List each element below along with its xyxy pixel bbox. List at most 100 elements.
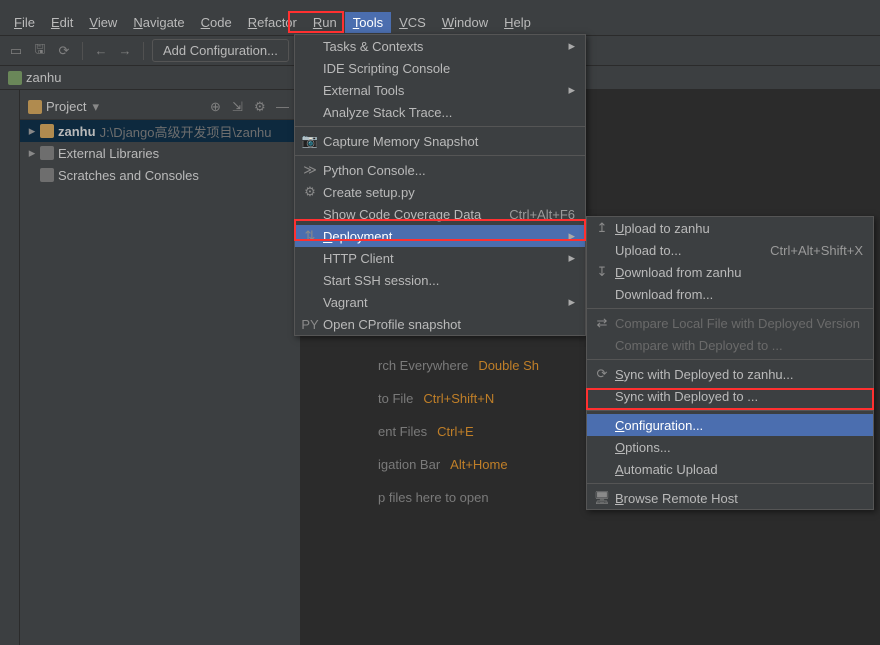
deploy-menu-item[interactable]: Configuration... — [587, 414, 873, 436]
menu-item-label: External Tools — [323, 83, 550, 98]
blank-icon — [593, 417, 611, 433]
hide-icon[interactable]: — — [276, 99, 292, 115]
tree-scratches[interactable]: Scratches and Consoles — [20, 164, 300, 186]
menu-file[interactable]: File — [6, 12, 43, 33]
tree-external-libs[interactable]: ▸ External Libraries — [20, 142, 300, 164]
menu-navigate[interactable]: Navigate — [125, 12, 192, 33]
separator — [82, 42, 83, 60]
blank-icon — [301, 60, 319, 76]
submenu-arrow-icon: ▸ — [568, 82, 575, 98]
shortcut-label: Ctrl+Alt+F6 — [509, 207, 575, 222]
up-icon: ↥ — [593, 220, 611, 236]
tools-menu-item[interactable]: Analyze Stack Trace... — [295, 101, 585, 123]
tools-menu-item[interactable]: Show Code Coverage Data Ctrl+Alt+F6 — [295, 203, 585, 225]
tools-menu-item[interactable]: HTTP Client▸ — [295, 247, 585, 269]
deploy-menu-item: Compare with Deployed to ... — [587, 334, 873, 356]
menu-help[interactable]: Help — [496, 12, 539, 33]
folder-icon — [8, 71, 22, 85]
chevron-right-icon[interactable]: ▸ — [26, 123, 38, 139]
py-icon: ≫ — [301, 162, 319, 178]
deploy-menu-item: ⇄Compare Local File with Deployed Versio… — [587, 312, 873, 334]
deploy-menu-item[interactable]: Sync with Deployed to ... — [587, 385, 873, 407]
pyc-icon: PY — [301, 316, 319, 332]
chevron-down-icon: ▾ — [92, 99, 99, 115]
menu-item-label: Sync with Deployed to ... — [615, 389, 863, 404]
deploy-menu-item[interactable]: Automatic Upload — [587, 458, 873, 480]
camera-icon: 📷 — [301, 133, 319, 149]
editor-hint: p files here to open — [378, 490, 539, 505]
menu-item-label: Create setup.py — [323, 185, 575, 200]
menu-item-label: Download from zanhu — [615, 265, 863, 280]
menu-item-label: Compare with Deployed to ... — [615, 338, 863, 353]
save-icon[interactable]: 🖫 — [30, 41, 50, 61]
menu-code[interactable]: Code — [193, 12, 240, 33]
menu-edit[interactable]: Edit — [43, 12, 81, 33]
tools-dropdown: Tasks & Contexts▸IDE Scripting ConsoleEx… — [294, 34, 586, 336]
menu-separator — [587, 308, 873, 309]
menu-item-label: Deployment — [323, 229, 550, 244]
project-panel-title: Project — [46, 99, 86, 114]
project-panel-header[interactable]: Project ▾ ⊕ ⇲ ⚙ — — [20, 94, 300, 120]
blank-icon — [301, 38, 319, 54]
refresh-icon[interactable]: ⟳ — [54, 41, 74, 61]
undo-icon[interactable]: ← — [91, 41, 111, 61]
menu-item-label: Upload to zanhu — [615, 221, 863, 236]
tools-menu-item[interactable]: Tasks & Contexts▸ — [295, 35, 585, 57]
deploy-menu-item[interactable]: ↥ Upload to zanhu — [587, 217, 873, 239]
deploy-menu-item[interactable]: Upload to...Ctrl+Alt+Shift+X — [587, 239, 873, 261]
tree-scratches-label: Scratches and Consoles — [58, 168, 199, 183]
editor-hint: rch EverywhereDouble Sh — [378, 358, 539, 373]
tools-menu-item[interactable]: Vagrant▸ — [295, 291, 585, 313]
blank-icon — [593, 461, 611, 477]
tools-menu-item[interactable]: PY Open CProfile snapshot — [295, 313, 585, 335]
deploy-menu-item[interactable]: 🖥Browse Remote Host — [587, 487, 873, 509]
deployment-submenu: ↥ Upload to zanhu Upload to...Ctrl+Alt+Shi… — [586, 216, 874, 510]
tree-root[interactable]: ▸ zanhu J:\Django高级开发项目\zanhu — [20, 120, 300, 142]
deploy-menu-item[interactable]: Options... — [587, 436, 873, 458]
menu-refactor[interactable]: Refactor — [240, 12, 305, 33]
spacer — [26, 168, 38, 183]
tools-menu-item[interactable]: ⚙ Create setup.py — [295, 181, 585, 203]
menu-item-label: Show Code Coverage Data — [323, 207, 491, 222]
blank-icon — [301, 250, 319, 266]
chevron-right-icon[interactable]: ▸ — [26, 145, 38, 161]
menu-item-label: Open CProfile snapshot — [323, 317, 575, 332]
deploy-menu-item[interactable]: ↧Download from zanhu — [587, 261, 873, 283]
tools-menu-item[interactable]: External Tools ▸ — [295, 79, 585, 101]
menu-view[interactable]: View — [81, 12, 125, 33]
menu-vcs[interactable]: VCS — [391, 12, 434, 33]
separator — [143, 42, 144, 60]
menu-item-label: Analyze Stack Trace... — [323, 105, 575, 120]
deploy-menu-item[interactable]: ⟳Sync with Deployed to zanhu... — [587, 363, 873, 385]
tools-menu-item[interactable]: ≫Python Console... — [295, 159, 585, 181]
menu-separator — [587, 410, 873, 411]
project-tree: Project ▾ ⊕ ⇲ ⚙ — ▸ zanhu J:\Django高级开发项… — [20, 90, 300, 645]
menu-window[interactable]: Window — [434, 12, 496, 33]
scratch-icon — [40, 168, 54, 182]
tools-menu-item[interactable]: IDE Scripting Console — [295, 57, 585, 79]
menu-separator — [587, 359, 873, 360]
submenu-arrow-icon: ▸ — [568, 228, 575, 244]
menu-item-label: Download from... — [615, 287, 863, 302]
gear-icon: ⚙ — [301, 184, 319, 200]
tools-menu-item[interactable]: 📷Capture Memory Snapshot — [295, 130, 585, 152]
gear-icon[interactable]: ⚙ — [254, 99, 270, 115]
tools-menu-item[interactable]: Start SSH session... — [295, 269, 585, 291]
deploy-menu-item[interactable]: Download from... — [587, 283, 873, 305]
menu-item-label: Automatic Upload — [615, 462, 863, 477]
collapse-icon[interactable]: ⇲ — [232, 99, 248, 115]
add-configuration-button[interactable]: Add Configuration... — [152, 39, 289, 62]
menu-run[interactable]: Run — [305, 12, 345, 33]
open-icon[interactable]: ▭ — [6, 41, 26, 61]
tools-menu-item[interactable]: ⇅Deployment▸ — [295, 225, 585, 247]
menu-tools[interactable]: Tools — [345, 12, 391, 33]
project-tab-icon[interactable] — [2, 94, 17, 98]
library-icon — [40, 146, 54, 160]
redo-icon[interactable]: → — [115, 41, 135, 61]
menu-item-label: Vagrant — [323, 295, 550, 310]
target-icon[interactable]: ⊕ — [210, 99, 226, 115]
blank-icon — [593, 337, 611, 353]
menu-item-label: Upload to... — [615, 243, 752, 258]
menu-item-label: Compare Local File with Deployed Version — [615, 316, 863, 331]
editor-hint: to FileCtrl+Shift+N — [378, 391, 539, 406]
